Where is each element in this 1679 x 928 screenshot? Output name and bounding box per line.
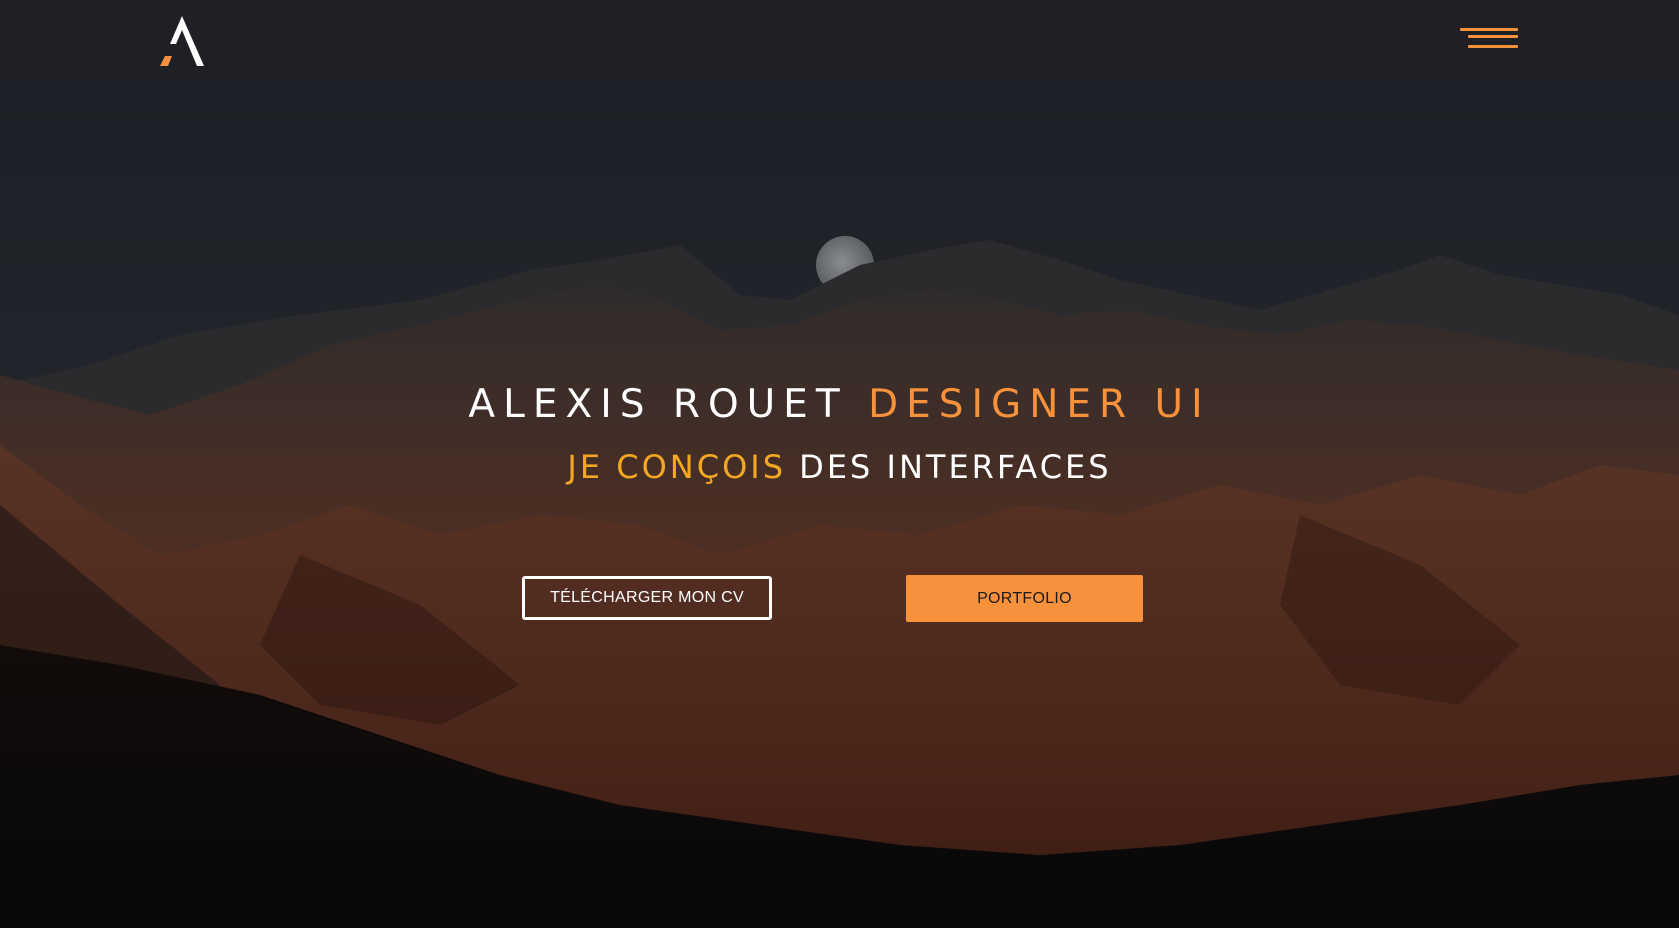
hero-subtitle-rest: DES INTERFACES — [799, 448, 1112, 486]
hero-background-mountains — [0, 85, 1679, 928]
hamburger-menu-icon[interactable] — [1458, 24, 1520, 54]
hero-title: ALEXIS ROUET DESIGNER UI — [0, 382, 1679, 427]
hero-subtitle: JE CONÇOIS DES INTERFACES — [0, 448, 1679, 486]
hero-subtitle-accent: JE CONÇOIS — [567, 448, 786, 486]
download-cv-button[interactable]: TÉLÉCHARGER MON CV — [522, 576, 772, 620]
portfolio-button[interactable]: PORTFOLIO — [906, 575, 1143, 622]
top-navigation-bar — [0, 0, 1679, 85]
hero-title-name: ALEXIS ROUET — [468, 382, 848, 427]
hero-title-role: DESIGNER UI — [868, 382, 1211, 427]
logo-icon[interactable] — [156, 14, 208, 70]
